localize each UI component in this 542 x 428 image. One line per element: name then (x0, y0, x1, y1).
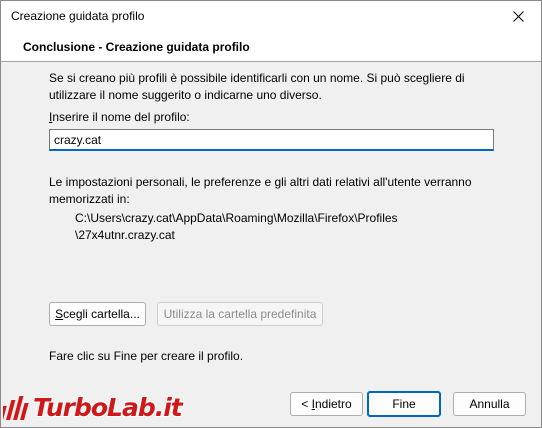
back-label: ndietro (314, 397, 352, 411)
choose-folder-label: cegli cartella... (63, 307, 140, 321)
profile-path-line-1: C:\Users\crazy.cat\AppData\Roaming\Mozil… (75, 211, 398, 225)
storage-text-line-2: memorizzati in: (49, 192, 130, 206)
back-button[interactable]: < Indietro (290, 392, 363, 416)
turbolab-watermark: TurboLab.it (3, 393, 183, 422)
wizard-header: Conclusione - Creazione guidata profilo (1, 32, 541, 62)
storage-text-line-1: Le impostazioni personali, le preferenze… (49, 175, 472, 189)
finish-hint-text: Fare clic su Fine per creare il profilo. (49, 349, 244, 363)
title-bar: Creazione guidata profilo (1, 1, 541, 32)
finish-button[interactable]: Fine (367, 391, 441, 417)
window-title: Creazione guidata profilo (11, 9, 145, 23)
default-folder-button[interactable]: Utilizza la cartella predefinita (157, 302, 323, 326)
choose-folder-mnemonic: S (55, 307, 64, 321)
turbolab-logo-icon (3, 395, 29, 420)
default-folder-label: Utilizza la cartella predefinita (163, 307, 317, 321)
close-button[interactable] (495, 1, 541, 32)
cancel-button[interactable]: Annulla (453, 392, 526, 416)
intro-text-line-2: utilizzare il nome suggerito o indicarne… (49, 88, 322, 102)
choose-folder-button[interactable]: Scegli cartella... (49, 302, 146, 326)
finish-label: Fine (392, 397, 416, 411)
profile-name-label: Inserire il nome del profilo: (49, 109, 190, 126)
profile-wizard-window: Creazione guidata profilo Conclusione - … (0, 0, 542, 428)
profile-name-input[interactable] (49, 129, 494, 151)
watermark-text: TurboLab.it (33, 393, 183, 422)
profile-path-line-2: \27x4utnr.crazy.cat (75, 228, 175, 242)
back-prefix: < (301, 397, 312, 411)
cancel-label: Annulla (469, 397, 510, 411)
intro-text-line-1: Se si creano più profili è possibile ide… (49, 71, 465, 85)
page-title: Conclusione - Creazione guidata profilo (23, 40, 250, 54)
close-icon (512, 11, 524, 22)
profile-name-label-rest: nserire il nome del profilo: (52, 110, 190, 124)
